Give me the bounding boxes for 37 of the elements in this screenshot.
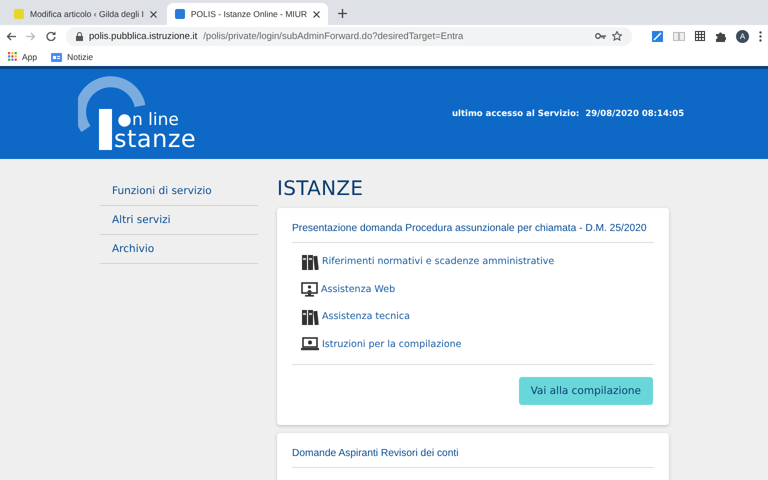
card-title: Presentazione domanda Procedura assunzionale per chiamata - D.M. 25/2020: [292, 223, 654, 243]
site-logo[interactable]: n line stanze: [78, 71, 208, 157]
reload-icon[interactable]: [46, 31, 56, 41]
address-bar[interactable]: polis.pubblica.istruzione.it /polis/private/login/subAdminForward.do?desiredTarget=Entra: [66, 26, 632, 46]
star-icon[interactable]: [612, 31, 622, 41]
lock-icon: [76, 32, 83, 40]
bookmark[interactable]: App: [8, 52, 38, 62]
monitor-icon: [301, 282, 318, 297]
apps-icon: [8, 52, 17, 61]
menu-icon[interactable]: [759, 30, 762, 42]
link[interactable]: Riferimenti normativi e scadenze amministrative: [322, 256, 554, 268]
link[interactable]: Istruzioni per la compilazione: [322, 338, 462, 350]
puzzle-icon[interactable]: [715, 30, 726, 42]
last-access-label: ultimo accesso al Servizio:: [452, 109, 580, 119]
news-icon: [51, 52, 62, 62]
new-tab-icon[interactable]: [338, 9, 348, 18]
browser-tab[interactable]: POLIS - Istanze Online - MIUR: [166, 3, 328, 25]
link[interactable]: Assistenza Web: [321, 284, 396, 295]
binders-icon: [302, 254, 319, 270]
key-icon[interactable]: [595, 33, 606, 39]
page-title: ISTANZE: [277, 176, 364, 200]
profile-avatar[interactable]: A: [736, 30, 749, 42]
browser-tab[interactable]: Modifica articolo ‹ Gilda degli I: [6, 3, 165, 25]
back-icon[interactable]: [6, 32, 16, 40]
link[interactable]: Assistenza tecnica: [322, 311, 410, 322]
binders-icon: [302, 308, 319, 325]
bookmark[interactable]: Notizie: [51, 52, 94, 62]
close-icon[interactable]: [150, 10, 157, 18]
grid-icon[interactable]: [695, 31, 705, 41]
last-access-value: 29/08/2020 08:14:05: [585, 109, 684, 119]
sidebar-item[interactable]: Altri servizi: [100, 206, 258, 235]
close-icon[interactable]: [313, 10, 320, 18]
sidebar-item[interactable]: Funzioni di servizio: [100, 177, 258, 206]
sidebar-item[interactable]: Archivio: [100, 235, 258, 264]
compile-button[interactable]: Vai alla compilazione: [518, 377, 653, 405]
card-title: Domande Aspiranti Revisori dei conti: [292, 448, 654, 468]
laptop-icon: [301, 337, 319, 352]
